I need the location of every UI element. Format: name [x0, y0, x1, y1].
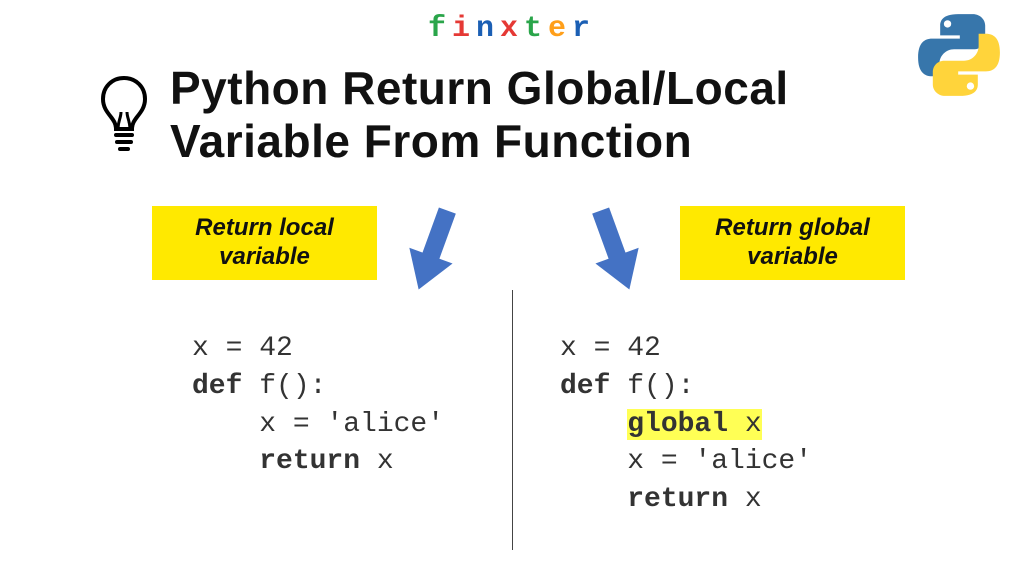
brand-letter: e	[548, 12, 572, 46]
code-keyword: return	[627, 484, 728, 515]
code-text	[560, 484, 627, 515]
label-text: variable	[219, 243, 310, 270]
code-line: x = 42	[192, 333, 293, 364]
code-keyword-highlight: global	[627, 409, 728, 440]
brand-letter: n	[476, 12, 500, 46]
page-title: Python Return Global/Local Variable From…	[170, 62, 910, 168]
code-text-highlight: x	[728, 409, 762, 440]
code-keyword: return	[259, 446, 360, 477]
python-logo-icon	[914, 10, 1004, 100]
code-line: x = 'alice'	[560, 446, 812, 477]
label-text: Return local	[195, 214, 334, 241]
arrow-down-icon	[398, 200, 468, 305]
arrow-down-icon	[580, 200, 650, 305]
vertical-divider	[512, 290, 513, 550]
code-text: f():	[242, 371, 326, 402]
code-line: x = 'alice'	[192, 409, 444, 440]
code-keyword: def	[192, 371, 242, 402]
brand-logo: finxter	[0, 12, 1024, 46]
code-text	[560, 409, 627, 440]
label-text: Return global	[715, 214, 870, 241]
label-return-local: Return local variable	[152, 206, 377, 280]
code-line: x = 42	[560, 333, 661, 364]
code-text: x	[360, 446, 394, 477]
slide: finxter Python Return Global/Local Varia…	[0, 0, 1024, 576]
brand-letter: f	[428, 12, 452, 46]
code-text: f():	[610, 371, 694, 402]
brand-letter: x	[500, 12, 524, 46]
label-return-global: Return global variable	[680, 206, 905, 280]
code-text: x	[728, 484, 762, 515]
code-keyword: def	[560, 371, 610, 402]
brand-letter: i	[452, 12, 476, 46]
code-block-global: x = 42 def f(): global x x = 'alice' ret…	[560, 330, 812, 519]
brand-letter: t	[524, 12, 548, 46]
code-block-local: x = 42 def f(): x = 'alice' return x	[192, 330, 444, 481]
label-text: variable	[747, 243, 838, 270]
code-text	[192, 446, 259, 477]
brand-letter: r	[572, 12, 596, 46]
lightbulb-icon	[94, 72, 154, 152]
